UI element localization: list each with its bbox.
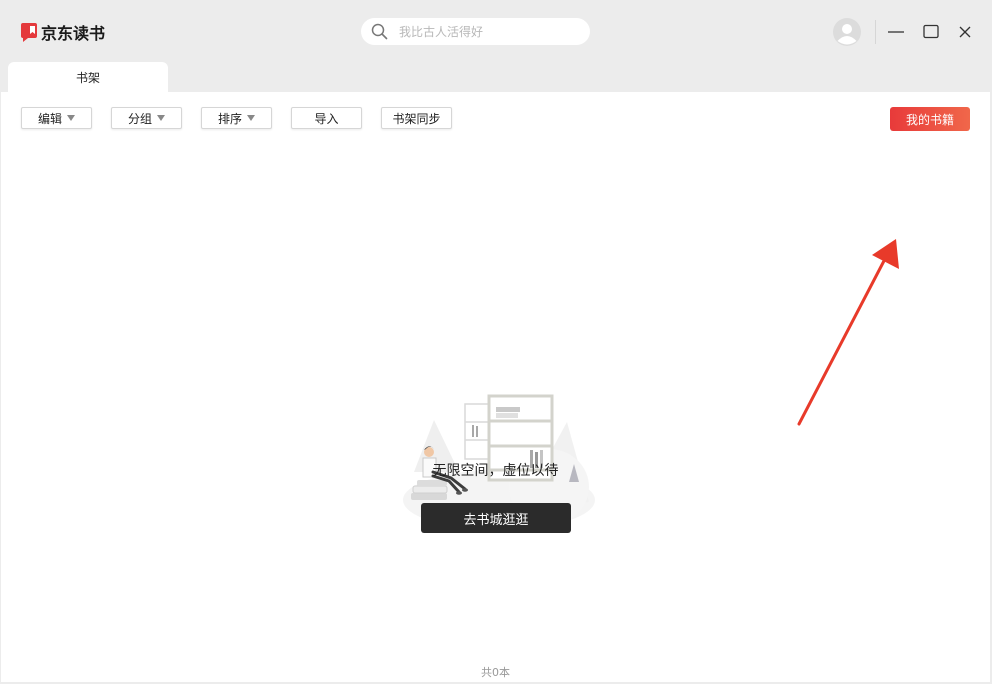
title-bar: 京东读书 bbox=[0, 0, 992, 62]
caret-down-icon bbox=[67, 115, 75, 121]
my-books-button[interactable]: 我的书籍 bbox=[890, 107, 970, 131]
group-button[interactable]: 分组 bbox=[111, 107, 182, 129]
divider bbox=[875, 20, 876, 44]
import-button-label: 导入 bbox=[314, 111, 339, 126]
bookshelf-panel: 编辑 分组 排序 导入 书架同步 我的书籍 无限空间，虚位以待 去书城逛逛 共0… bbox=[1, 92, 990, 682]
my-books-button-label: 我的书籍 bbox=[905, 112, 954, 127]
maximize-icon[interactable] bbox=[921, 22, 941, 42]
import-button[interactable]: 导入 bbox=[291, 107, 362, 129]
app-logo: 京东读书 bbox=[21, 20, 105, 44]
edit-button[interactable]: 编辑 bbox=[21, 107, 92, 129]
book-count: 共0本 bbox=[481, 666, 510, 679]
caret-down-icon bbox=[157, 115, 165, 121]
jd-read-logo-icon bbox=[21, 22, 37, 42]
search-icon[interactable] bbox=[371, 23, 388, 40]
close-icon[interactable] bbox=[955, 22, 975, 42]
app-name: 京东读书 bbox=[41, 24, 106, 43]
sync-bookshelf-button-label: 书架同步 bbox=[392, 111, 441, 126]
search-input[interactable] bbox=[399, 22, 579, 41]
go-to-bookstore-label: 去书城逛逛 bbox=[463, 512, 529, 528]
empty-state-message: 无限空间，虚位以待 bbox=[432, 463, 559, 479]
minimize-icon[interactable] bbox=[886, 22, 906, 42]
sync-bookshelf-button[interactable]: 书架同步 bbox=[381, 107, 452, 129]
sort-button-label: 排序 bbox=[217, 111, 242, 126]
go-to-bookstore-button[interactable]: 去书城逛逛 bbox=[421, 503, 571, 533]
tab-bookshelf-label: 书架 bbox=[75, 70, 100, 85]
caret-down-icon bbox=[247, 115, 255, 121]
group-button-label: 分组 bbox=[127, 111, 152, 126]
sort-button[interactable]: 排序 bbox=[201, 107, 272, 129]
tab-bookshelf[interactable]: 书架 bbox=[8, 62, 168, 92]
annotation-arrow-icon bbox=[797, 239, 899, 426]
user-avatar-icon[interactable] bbox=[833, 18, 861, 46]
edit-button-label: 编辑 bbox=[37, 111, 62, 126]
search-box[interactable] bbox=[361, 18, 590, 45]
